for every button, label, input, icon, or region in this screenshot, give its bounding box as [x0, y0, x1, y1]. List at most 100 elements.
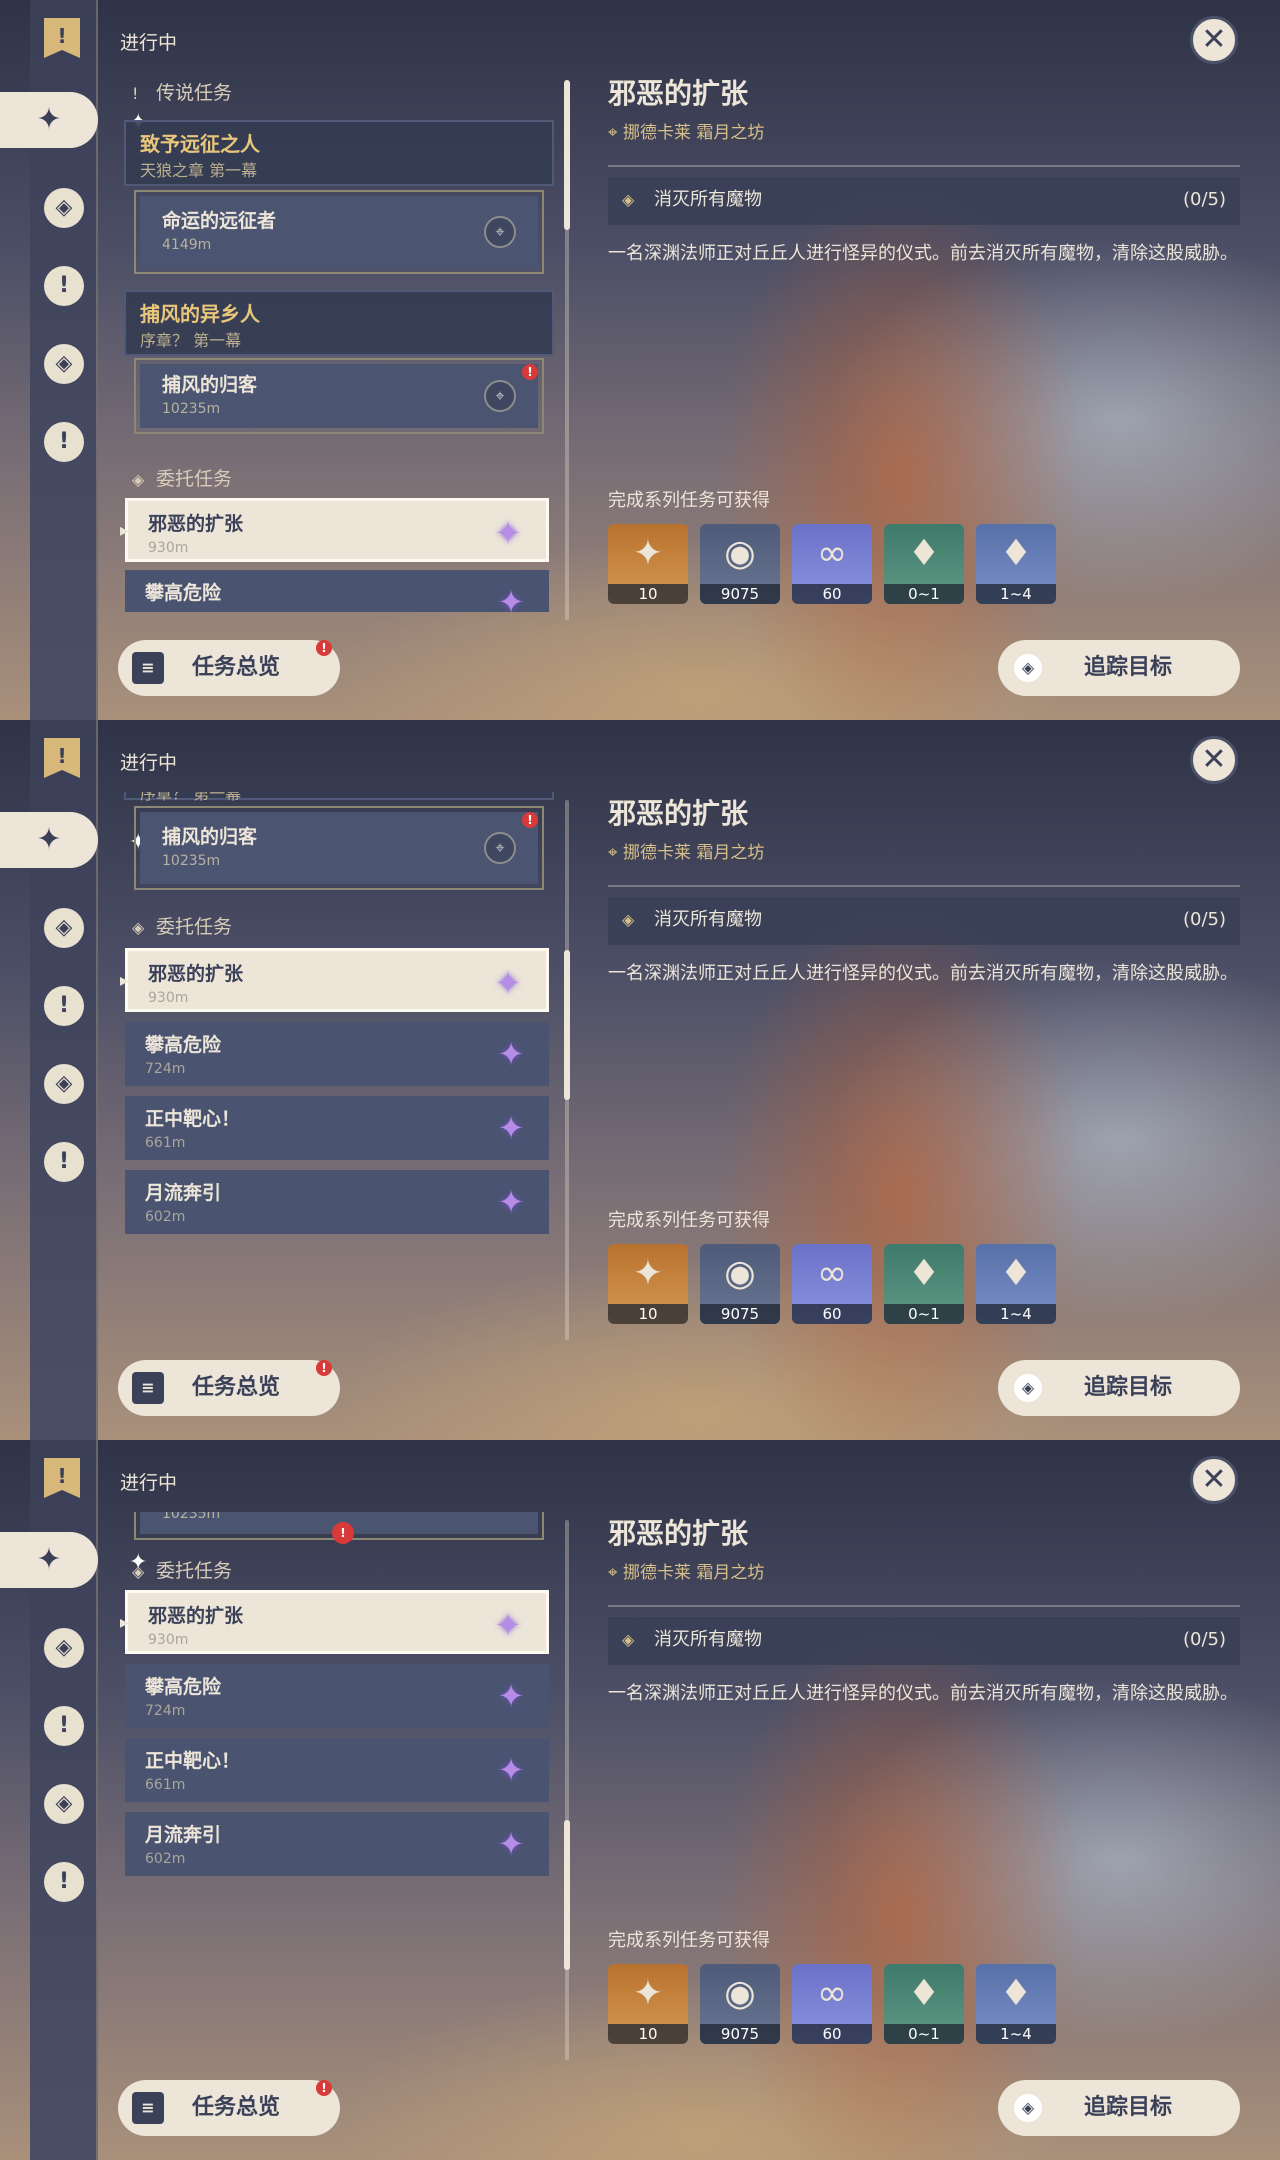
reward-mora[interactable]: ◉ 9075 — [700, 1964, 780, 2044]
reward-mora[interactable]: ◉ 9075 — [700, 1244, 780, 1324]
rewards-row: ✦ 10 ◉ 9075 ∞ 60 ♦ 0~1 ♦ 1~4 — [608, 1244, 1068, 1324]
nav-commission-icon[interactable]: ✦ — [0, 92, 98, 148]
nav-world-icon[interactable]: ◈ — [44, 1628, 84, 1668]
flag-icon[interactable]: ! — [44, 18, 80, 58]
alert-badge: ! — [332, 1522, 354, 1544]
nav-legend-icon[interactable]: ! — [44, 266, 84, 306]
reward-crystal[interactable]: ♦ 0~1 — [884, 524, 964, 604]
alert-badge: ! — [316, 1360, 332, 1376]
quest-detail: 邪恶的扩张 ⌖ 挪德卡莱 霜月之坊 ◈ 消灭所有魔物 (0/5) 一名深渊法师正… — [608, 72, 1240, 632]
map-pin-icon[interactable]: ⌖ — [484, 380, 516, 412]
sub-quest[interactable]: 捕风的归客 10235m ⌖ ! — [134, 358, 544, 434]
track-target-button[interactable]: ◈ 追踪目标 — [998, 640, 1240, 696]
commission-item-selected[interactable]: ▶ 邪恶的扩张 930m ✦ — [120, 948, 549, 1012]
nav-legend-icon[interactable]: ! — [44, 986, 84, 1026]
nav-archon-icon[interactable]: ! — [44, 422, 84, 462]
reward-exp[interactable]: ∞ 60 — [792, 524, 872, 604]
sub-quest-distance: 10235m — [162, 853, 221, 869]
scrollbar[interactable] — [564, 80, 570, 620]
commission-item-selected[interactable]: ▶ 邪恶的扩张 930m ✦ — [120, 498, 549, 562]
nav-legend-icon[interactable]: ! — [44, 1706, 84, 1746]
track-icon: ◈ — [1014, 654, 1042, 682]
commission-item[interactable]: 正中靶心！ 661m ✦ — [125, 1738, 549, 1802]
quest-panel-3: ! ✦ ✦ ◈ ! ◈ ! 进行中 ✕ 10235m ! ◈ 委托任务 ▶ 邪恶的… — [0, 1440, 1280, 2160]
commission-icon: ◈ — [132, 470, 145, 489]
reward-ore[interactable]: ♦ 1~4 — [976, 1244, 1056, 1324]
reward-amount: 0~1 — [884, 584, 964, 604]
close-button[interactable]: ✕ — [1190, 1456, 1238, 1504]
track-target-button[interactable]: ◈ 追踪目标 — [998, 1360, 1240, 1416]
commission-title: 邪恶的扩张 — [148, 513, 244, 535]
reward-ore[interactable]: ♦ 1~4 — [976, 1964, 1056, 2044]
commission-item-selected[interactable]: ▶ 邪恶的扩张 930m ✦ — [120, 1590, 549, 1654]
objective-text: 消灭所有魔物 — [654, 189, 762, 210]
flag-icon[interactable]: ! — [44, 1458, 80, 1498]
mora-icon: ◉ — [724, 533, 756, 574]
reward-exp[interactable]: ∞ 60 — [792, 1964, 872, 2044]
nav-world-icon[interactable]: ◈ — [44, 908, 84, 948]
reward-primogem[interactable]: ✦ 10 — [608, 524, 688, 604]
sub-quest-distance: 4149m — [162, 237, 212, 253]
nav-event-icon[interactable]: ◈ — [44, 344, 84, 384]
reward-crystal[interactable]: ♦ 0~1 — [884, 1964, 964, 2044]
legend-quest-partial[interactable]: 序章？ 第一幕 — [124, 792, 554, 803]
legend-quest[interactable]: 致予远征之人 天狼之章 第一幕 — [124, 120, 554, 186]
reward-ore[interactable]: ♦ 1~4 — [976, 524, 1056, 604]
mora-icon: ◉ — [724, 1973, 756, 2014]
objective-icon: ◈ — [622, 190, 635, 209]
map-pin-icon[interactable]: ⌖ — [484, 832, 516, 864]
reward-primogem[interactable]: ✦ 10 — [608, 1244, 688, 1324]
scrollbar-thumb[interactable] — [564, 950, 570, 1100]
reward-exp[interactable]: ∞ 60 — [792, 1244, 872, 1324]
commission-title: 攀高危险 — [145, 582, 222, 604]
flag-icon[interactable]: ! — [44, 738, 80, 778]
sub-quest[interactable]: 命运的远征者 4149m ⌖ — [134, 190, 544, 274]
commission-item[interactable]: 月流奔引 602m ✦ — [125, 1812, 549, 1876]
nav-commission-icon[interactable]: ✦ — [0, 1532, 98, 1588]
close-button[interactable]: ✕ — [1190, 16, 1238, 64]
quest-detail: 邪恶的扩张 ⌖ 挪德卡莱 霜月之坊 ◈ 消灭所有魔物 (0/5) 一名深渊法师正… — [608, 1512, 1240, 2072]
scrollbar[interactable] — [564, 800, 570, 1340]
commission-item[interactable]: 攀高危险 ✦ — [125, 570, 549, 612]
objective-text: 消灭所有魔物 — [654, 1629, 762, 1650]
location-pin-icon: ⌖ — [608, 123, 623, 143]
quest-overview-button[interactable]: ≡ 任务总览 ! — [118, 2080, 340, 2136]
commission-item[interactable]: 攀高危险 724m ✦ — [125, 1664, 549, 1728]
map-pin-icon[interactable]: ⌖ — [484, 216, 516, 248]
quest-overview-button[interactable]: ≡ 任务总览 ! — [118, 640, 340, 696]
reward-crystal[interactable]: ♦ 0~1 — [884, 1244, 964, 1324]
quest-overview-button[interactable]: ≡ 任务总览 ! — [118, 1360, 340, 1416]
quest-overview-label: 任务总览 — [192, 655, 281, 680]
crystal-icon: ♦ — [907, 1253, 941, 1294]
quest-sidebar: ! ✦ ✦ ◈ ! ◈ ! — [0, 0, 147, 720]
exp-icon: ∞ — [817, 1973, 847, 2014]
commission-item[interactable]: 月流奔引 602m ✦ — [125, 1170, 549, 1234]
detail-location-text: 挪德卡莱 霜月之坊 — [622, 1563, 765, 1583]
category-commission-label: 委托任务 — [156, 1560, 233, 1582]
nav-event-icon[interactable]: ◈ — [44, 1064, 84, 1104]
commission-item[interactable]: 攀高危险 724m ✦ — [125, 1022, 549, 1086]
ore-icon: ♦ — [999, 533, 1033, 574]
nav-archon-icon[interactable]: ! — [44, 1862, 84, 1902]
commission-item[interactable]: 正中靶心！ 661m ✦ — [125, 1096, 549, 1160]
sub-quest-partial[interactable]: 10235m ! — [134, 1512, 544, 1544]
reward-primogem[interactable]: ✦ 10 — [608, 1964, 688, 2044]
close-button[interactable]: ✕ — [1190, 736, 1238, 784]
objective-icon: ◈ — [622, 910, 635, 929]
nav-world-icon[interactable]: ◈ — [44, 188, 84, 228]
category-commission: ◈ 委托任务 — [132, 1556, 232, 1583]
sub-quest-distance: 10235m — [162, 401, 221, 417]
nav-commission-icon[interactable]: ✦ — [0, 812, 98, 868]
reward-mora[interactable]: ◉ 9075 — [700, 524, 780, 604]
scrollbar-thumb[interactable] — [564, 80, 570, 230]
nav-event-icon[interactable]: ◈ — [44, 1784, 84, 1824]
commission-star-icon: ✦ — [497, 1183, 525, 1221]
scrollbar[interactable] — [564, 1520, 570, 2060]
quest-detail: 邪恶的扩张 ⌖ 挪德卡莱 霜月之坊 ◈ 消灭所有魔物 (0/5) 一名深渊法师正… — [608, 792, 1240, 1352]
legend-quest[interactable]: 捕风的异乡人 序章？ 第一幕 — [124, 290, 554, 356]
commission-title: 正中靶心！ — [145, 1750, 241, 1772]
sub-quest[interactable]: 捕风的归客 10235m ⌖ ! — [134, 806, 544, 890]
nav-archon-icon[interactable]: ! — [44, 1142, 84, 1182]
scrollbar-thumb[interactable] — [564, 1820, 570, 1970]
track-target-button[interactable]: ◈ 追踪目标 — [998, 2080, 1240, 2136]
